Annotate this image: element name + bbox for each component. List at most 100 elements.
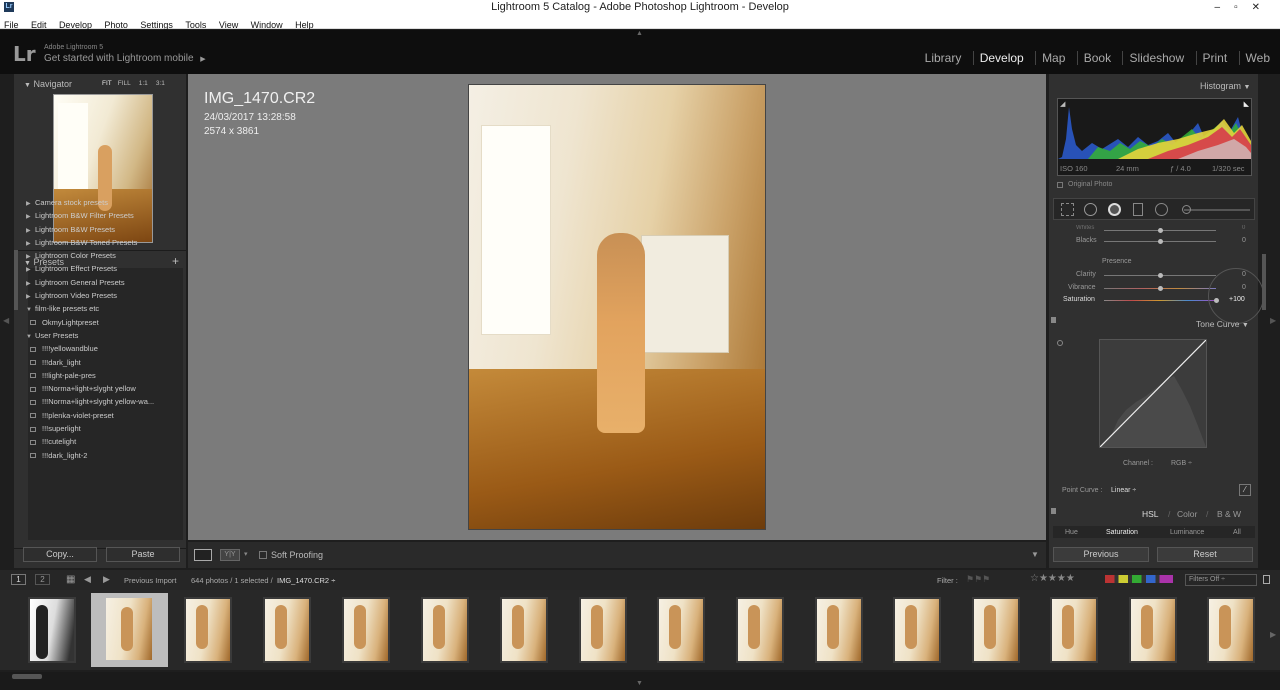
original-photo-checkbox[interactable] xyxy=(1057,182,1063,188)
loupe-view-icon[interactable] xyxy=(194,549,212,561)
clarity-slider-knob[interactable] xyxy=(1158,273,1163,278)
hsl-toggle-icon[interactable] xyxy=(1051,508,1056,514)
preset-item[interactable]: !!!dark_light xyxy=(26,356,182,369)
preset-folder[interactable]: ▶ Lightroom B&W Filter Presets xyxy=(26,209,182,222)
before-after-icon[interactable]: Y|Y xyxy=(220,549,240,561)
filmstrip-thumbnail[interactable] xyxy=(421,597,469,663)
channel-select[interactable]: RGB ÷ xyxy=(1171,460,1192,467)
hsl-tab[interactable]: HSL xyxy=(1142,509,1159,519)
preset-folder[interactable]: ▶ Lightroom General Presets xyxy=(26,276,182,289)
filmstrip-thumbnail[interactable] xyxy=(893,597,941,663)
hsl-saturation-tab[interactable]: Saturation xyxy=(1106,529,1138,536)
preset-folder[interactable]: ▶ Lightroom Video Presets xyxy=(26,289,182,302)
filmstrip-thumbnail[interactable] xyxy=(184,597,232,663)
preset-item[interactable]: !!!Norma+light+slyght yellow xyxy=(26,382,182,395)
module-slideshow[interactable]: Slideshow xyxy=(1122,51,1185,65)
filmstrip-scroll-thumb[interactable] xyxy=(12,674,42,679)
filmstrip-thumbnail[interactable] xyxy=(1050,597,1098,663)
vibrance-slider-knob[interactable] xyxy=(1158,286,1163,291)
module-library[interactable]: Library xyxy=(919,51,962,65)
curve-edit-icon[interactable]: ⁄ xyxy=(1239,484,1251,496)
flag-filter-icons[interactable]: ⚑⚑⚑ xyxy=(966,574,990,585)
highlight-clipping-icon[interactable]: ◣ xyxy=(1244,100,1249,108)
brush-size-slider[interactable] xyxy=(1184,209,1250,211)
identity-line2[interactable]: Get started with Lightroom mobile ▶ xyxy=(44,53,206,64)
soft-proofing-checkbox[interactable] xyxy=(259,551,267,559)
grid-view-icon[interactable]: ▦ xyxy=(66,574,75,585)
navigator-header[interactable]: ▼ Navigator xyxy=(24,79,72,89)
preset-folder[interactable]: ▶ Lightroom Effect Presets xyxy=(26,262,182,275)
preset-folder[interactable]: ▼ User Presets xyxy=(26,329,182,342)
filters-off-select[interactable]: Filters Off ÷ xyxy=(1185,574,1257,586)
filmstrip-source[interactable]: Previous Import xyxy=(124,576,177,585)
rating-filter-stars[interactable]: ☆★★★★ xyxy=(1030,573,1075,584)
filmstrip-thumbnail[interactable] xyxy=(342,597,390,663)
left-panel-toggle-icon[interactable]: ◀ xyxy=(3,316,9,325)
top-panel-toggle-icon[interactable]: ▲ xyxy=(636,30,643,37)
filmstrip-thumbnail[interactable] xyxy=(1207,597,1255,663)
menu-tools[interactable]: Tools xyxy=(185,20,206,30)
spot-removal-icon[interactable] xyxy=(1084,203,1097,216)
filmstrip-thumbnail-selected[interactable] xyxy=(91,593,168,667)
filmstrip-thumbnail[interactable] xyxy=(972,597,1020,663)
right-panel-scrollbar[interactable] xyxy=(1262,254,1266,310)
toolbar-menu-arrow-icon[interactable]: ▼ xyxy=(1031,550,1039,559)
menu-file[interactable]: File xyxy=(4,20,19,30)
preset-item[interactable]: !!!!yellowandblue xyxy=(26,342,182,355)
dropdown-arrow-icon[interactable]: ▾ xyxy=(244,550,248,558)
targeted-adjustment-icon[interactable] xyxy=(1057,340,1063,346)
hsl-hue-tab[interactable]: Hue xyxy=(1065,529,1078,536)
left-panel-scrollbar[interactable] xyxy=(14,250,18,310)
preset-item[interactable]: OkmyLightpreset xyxy=(26,316,182,329)
minimize-icon[interactable]: – xyxy=(1215,2,1235,13)
menu-help[interactable]: Help xyxy=(295,20,314,30)
adjustment-brush-icon[interactable] xyxy=(1182,205,1191,214)
whites-slider-knob[interactable] xyxy=(1158,228,1163,233)
module-develop[interactable]: Develop xyxy=(972,51,1024,65)
filmstrip-thumbnail[interactable] xyxy=(28,597,76,663)
filmstrip-scroll-right-icon[interactable]: ▶ xyxy=(1270,630,1276,639)
menu-settings[interactable]: Settings xyxy=(140,20,173,30)
secondary-window-button[interactable]: 2 xyxy=(35,574,50,585)
crop-tool-icon[interactable] xyxy=(1061,203,1074,216)
preset-folder[interactable]: ▶ Lightroom B&W Presets xyxy=(26,223,182,236)
zoom-1-1[interactable]: 1:1 xyxy=(139,80,148,87)
module-book[interactable]: Book xyxy=(1076,51,1112,65)
zoom-3-1[interactable]: 3:1 xyxy=(156,80,165,87)
tone-curve-toggle-icon[interactable] xyxy=(1051,317,1056,323)
module-print[interactable]: Print xyxy=(1195,51,1228,65)
whites-value[interactable]: 0 xyxy=(1242,225,1245,231)
preset-folder[interactable]: ▶ Lightroom Color Presets xyxy=(26,249,182,262)
filmstrip-thumbnail[interactable] xyxy=(263,597,311,663)
blacks-value[interactable]: 0 xyxy=(1242,237,1246,244)
preset-item[interactable]: !!!light-pale-pres xyxy=(26,369,182,382)
previous-button[interactable]: Previous xyxy=(1053,547,1149,562)
back-arrow-icon[interactable]: ◀ xyxy=(84,574,91,585)
hsl-all-tab[interactable]: All xyxy=(1233,529,1241,536)
close-icon[interactable]: ✕ xyxy=(1252,2,1274,13)
lightroom-mobile-link[interactable]: Get started with Lightroom mobile xyxy=(44,53,194,64)
saturation-slider[interactable] xyxy=(1104,300,1216,301)
zoom-fill[interactable]: FILL xyxy=(118,80,131,87)
saturation-value[interactable]: +100 xyxy=(1229,296,1245,303)
preset-folder[interactable]: ▼ film-like presets etc xyxy=(26,302,182,315)
reset-button[interactable]: Reset xyxy=(1157,547,1253,562)
menu-develop[interactable]: Develop xyxy=(59,20,92,30)
preset-item[interactable]: !!!dark_light-2 xyxy=(26,449,182,462)
histogram[interactable]: ◢ ◣ ISO 160 24 mm ƒ / 4.0 1/320 sec xyxy=(1057,98,1252,176)
filmstrip-thumbnail[interactable] xyxy=(500,597,548,663)
filmstrip-thumbnail[interactable] xyxy=(1129,597,1177,663)
menu-edit[interactable]: Edit xyxy=(31,20,47,30)
tone-curve-graph[interactable] xyxy=(1099,339,1207,448)
module-web[interactable]: Web xyxy=(1238,51,1270,65)
filmstrip-thumbnail[interactable] xyxy=(815,597,863,663)
maximize-icon[interactable]: ▫ xyxy=(1234,2,1252,13)
menu-view[interactable]: View xyxy=(219,20,238,30)
forward-arrow-icon[interactable]: ▶ xyxy=(103,574,110,585)
module-map[interactable]: Map xyxy=(1035,51,1066,65)
preset-item[interactable]: !!!superlight xyxy=(26,422,182,435)
selected-file[interactable]: IMG_1470.CR2 ÷ xyxy=(277,576,335,585)
preset-item[interactable]: !!!Norma+light+slyght yellow-wa... xyxy=(26,395,182,408)
color-tab[interactable]: Color xyxy=(1177,509,1197,519)
main-photo[interactable] xyxy=(468,84,766,530)
